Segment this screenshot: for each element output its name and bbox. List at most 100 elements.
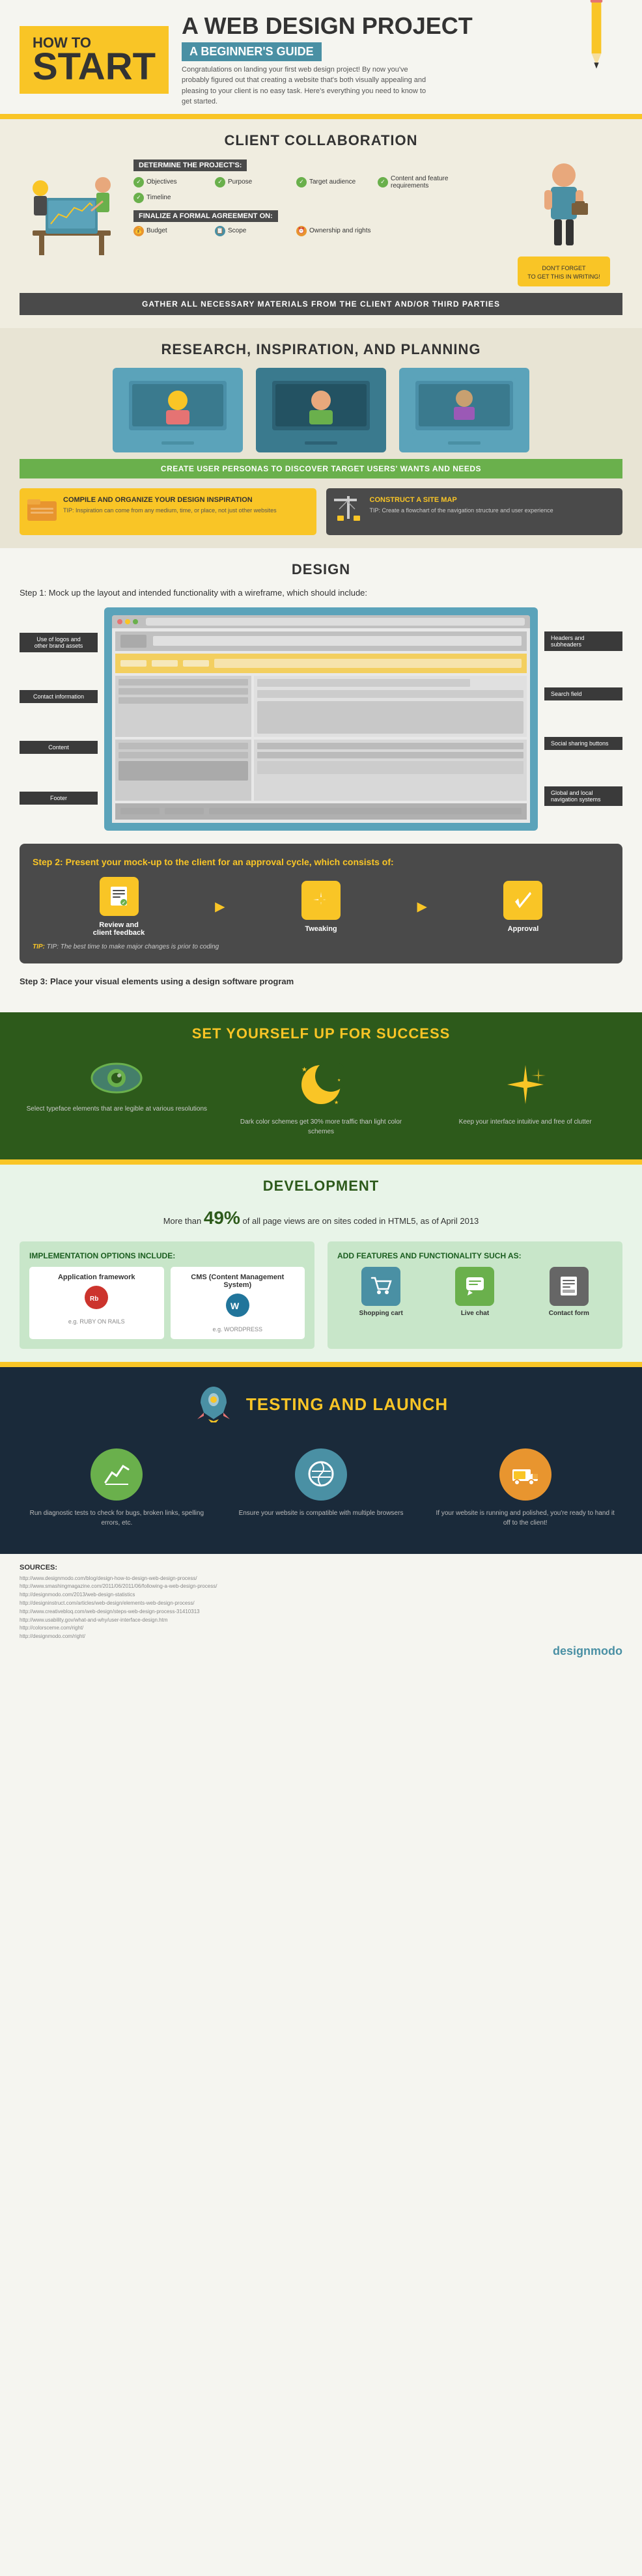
browser-content: [112, 628, 530, 823]
testing-card-3-text: If your website is running and polished,…: [434, 1508, 616, 1528]
wireframe-with-labels: Use of logos andother brand assets Conta…: [20, 607, 622, 831]
compile-tip: TIP: Inspiration can come from any mediu…: [63, 506, 277, 515]
project-title: A WEB DESIGN PROJECT: [182, 13, 622, 39]
create-personas-text: CREATE USER PERSONAS TO DISCOVER TARGET …: [20, 459, 622, 478]
determine-block: DETERMINE THE PROJECT'S: ✓ Objectives ✓ …: [133, 159, 495, 203]
development-section: DEVELOPMENT More than 49% of all page vi…: [0, 1165, 642, 1362]
sources-section: SOURCES: http://www.designmodo.com/blog/…: [0, 1554, 642, 1668]
item-budget: 💰 Budget: [133, 226, 212, 236]
svg-text:★: ★: [334, 1100, 339, 1105]
feature-contact-form: Contact form: [525, 1267, 613, 1317]
client-figure: [531, 159, 596, 250]
testing-card-1-text: Run diagnostic tests to check for bugs, …: [26, 1508, 208, 1528]
target-label: Target audience: [309, 178, 356, 186]
framework-example: e.g. RUBY ON RAILS: [36, 1318, 158, 1325]
item-target: ✓ Target audience: [296, 175, 374, 189]
browser-main-content: [254, 676, 527, 737]
footer-col-1: [120, 808, 160, 814]
success-card-1-text: Select typeface elements that are legibl…: [26, 1104, 208, 1114]
source-7: http://colorsceme.com/right/: [20, 1624, 622, 1633]
sidebar-line-2: [119, 688, 248, 695]
framework-name: Application framework: [36, 1273, 158, 1281]
divider-1: [0, 114, 642, 119]
wf-label-contact: Contact information: [20, 690, 98, 703]
option-cms: CMS (Content Management System) W e.g. W…: [171, 1267, 305, 1339]
sources-title: SOURCES:: [20, 1564, 622, 1572]
step2-items: ✓ Review andclient feedback ▶ Tweaking ▶: [33, 877, 609, 937]
browser-nav: [115, 654, 527, 673]
ownership-icon: ⏰: [296, 226, 307, 236]
wireframe-center: [104, 607, 538, 831]
address-bar: [146, 618, 525, 626]
item-content-features: ✓ Content and feature requirements: [378, 175, 456, 189]
step2-approve: Approval: [437, 881, 609, 933]
impl-title: Implementation options include:: [29, 1251, 305, 1260]
header-left-block: HOW TO START: [20, 26, 169, 94]
cms-logo: W: [177, 1292, 299, 1323]
cart-label: Shopping cart: [337, 1310, 425, 1317]
features-title: Add features and functionality such as:: [337, 1251, 613, 1260]
item-purpose: ✓ Purpose: [215, 175, 293, 189]
success-card-2: ★ ★ ★ Dark color schemes get 30% more tr…: [224, 1052, 419, 1146]
browser-sidebar: [115, 676, 251, 737]
pencil-icon: [583, 0, 609, 72]
nav-item-2: [152, 660, 178, 667]
browser-sidebar-2: [115, 740, 251, 801]
design-title: DESIGN: [20, 561, 622, 578]
site-map-box: CONSTRUCT A SITE MAP TIP: Create a flowc…: [326, 488, 623, 535]
arrow-2: ▶: [417, 898, 427, 915]
item-objectives: ✓ Objectives: [133, 175, 212, 189]
content-icon: ✓: [378, 177, 388, 187]
client-collab-title: CLIENT COLLABORATION: [20, 132, 622, 149]
tweak-label: Tweaking: [234, 925, 407, 933]
eye-icon: [26, 1062, 208, 1098]
dont-forget-box: DON'T FORGET to get this in writing!: [518, 256, 610, 286]
browser-mockup: [112, 615, 530, 823]
content-label: Content and feature requirements: [391, 175, 456, 189]
sources-list: http://www.designmodo.com/blog/design-ho…: [20, 1575, 622, 1641]
sidebar2-line-2: [119, 752, 248, 758]
main2-block: [257, 761, 523, 774]
review-label: Review andclient feedback: [33, 921, 205, 937]
target-icon: ✓: [296, 177, 307, 187]
persona-monitor-1: [119, 371, 236, 449]
svg-text:✓: ✓: [122, 901, 126, 906]
collab-right: DON'T FORGET to get this in writing!: [505, 159, 622, 286]
objectives-icon: ✓: [133, 177, 144, 187]
success-card-3-text: Keep your interface intuitive and free o…: [434, 1117, 616, 1127]
determine-title: DETERMINE THE PROJECT'S:: [133, 159, 247, 171]
collab-content: DETERMINE THE PROJECT'S: ✓ Objectives ✓ …: [20, 159, 622, 286]
browser-compat-icon: [295, 1448, 347, 1501]
diagnostic-icon: [91, 1448, 143, 1501]
features-row: Shopping cart Live chat: [337, 1267, 613, 1317]
sidebar2-widget: [119, 761, 248, 781]
testing-card-2-text: Ensure your website is compatible with m…: [230, 1508, 412, 1518]
wf-label-footer: Footer: [20, 792, 98, 805]
item-timeline: ✓ Timeline: [133, 193, 212, 203]
moon-icon: ★ ★ ★: [230, 1062, 412, 1111]
content-line-1: [257, 679, 470, 687]
source-5: http://www.creativebloq.com/web-design/s…: [20, 1608, 622, 1616]
site-map-text: CONSTRUCT A SITE MAP TIP: Create a flowc…: [370, 496, 553, 515]
dev-stat: More than 49% of all page views are on s…: [20, 1204, 622, 1232]
persona-3: [399, 368, 529, 452]
source-3: http://designmodo.com/2013/web-design-st…: [20, 1591, 622, 1600]
success-card-1: Select typeface elements that are legibl…: [20, 1052, 214, 1146]
tip-strong: TIP:: [33, 943, 45, 950]
design-step1-text: Step 1: Mock up the layout and intended …: [20, 588, 622, 598]
determine-items: ✓ Objectives ✓ Purpose ✓ Target audience…: [133, 175, 495, 203]
success-title: SET YOURSELF UP FOR SUCCESS: [20, 1025, 622, 1042]
cms-name: CMS (Content Management System): [177, 1273, 299, 1289]
step3-text: Step 3: Place your visual elements using…: [20, 976, 622, 986]
research-title: RESEARCH, INSPIRATION, AND PLANNING: [20, 341, 622, 358]
objectives-label: Objectives: [147, 178, 177, 186]
dev-features: Add features and functionality such as: …: [328, 1241, 622, 1349]
approve-icon: [503, 881, 542, 920]
folder-icon: [27, 496, 57, 527]
persona-row: [20, 368, 622, 452]
persona-2: [256, 368, 386, 452]
divider-3: [0, 1362, 642, 1367]
footer-col-3: [209, 808, 522, 814]
collab-figure-left: [20, 159, 124, 263]
form-icon: [550, 1267, 589, 1306]
